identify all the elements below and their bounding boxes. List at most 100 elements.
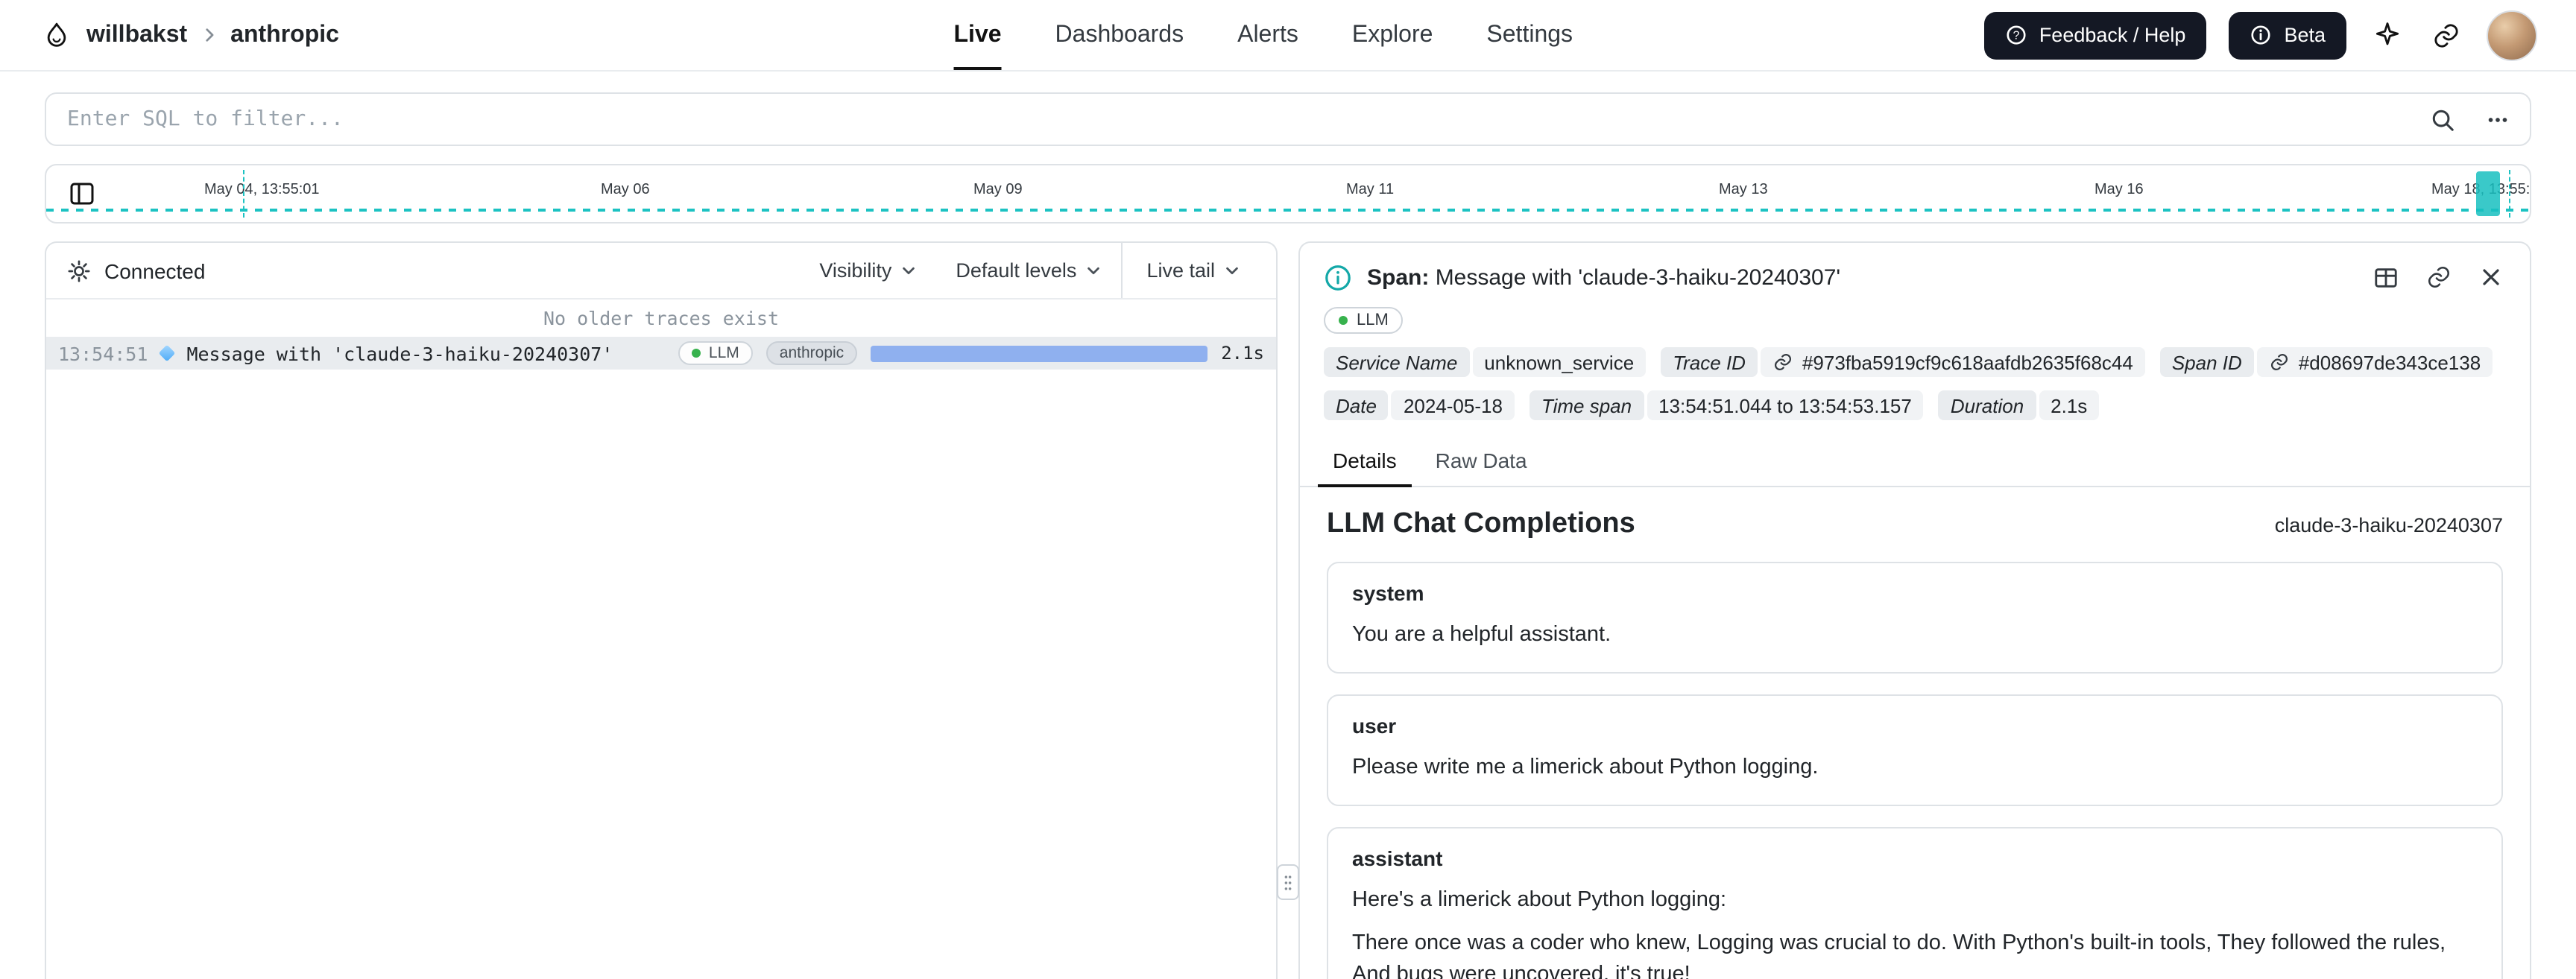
traces-header: Connected Visibility Default levels Live… [46,243,1276,300]
traces-controls: Visibility Default levels Live tail [800,243,1276,298]
message-text: Please write me a limerick about Python … [1352,755,1819,780]
span-tabs: Details Raw Data [1300,438,2530,487]
green-dot-icon [1339,316,1348,325]
trace-id-tag: Trace ID #973fba5919cf9c618aafdb2635f68c… [1661,347,2145,377]
timeline-selection[interactable] [2476,171,2500,216]
breadcrumb-project[interactable]: anthropic [230,22,339,48]
message-role: assistant [1352,846,1443,871]
message-card-user: user Please write me a limerick about Py… [1327,694,2503,807]
span-meta-row-2: Date 2024-05-18 Time span 13:54:51.044 t… [1300,390,2530,420]
span-id-tag: Span ID #d08697de343ce138 [2159,347,2493,377]
trace-row[interactable]: 13:54:51 Message with 'claude-3-haiku-20… [46,337,1276,370]
top-nav: willbakst anthropic Live Dashboards Aler… [0,0,2576,72]
sparkle-icon[interactable] [2369,16,2406,54]
link-icon[interactable] [2422,261,2455,294]
service-name-value: unknown_service [1472,347,1647,377]
circle-question-icon: ? [2005,24,2027,46]
span-panel: Span: Message with 'claude-3-haiku-20240… [1298,241,2531,979]
chevron-down-icon [1085,262,1102,279]
message-text: You are a helpful assistant. [1352,623,1611,647]
timeline-tick: May 16 [2094,182,2144,198]
filter-bar [45,92,2531,146]
nav-item-explore[interactable]: Explore [1352,0,1433,70]
llm-badge: LLM [1324,307,1404,334]
nav-item-alerts[interactable]: Alerts [1237,0,1298,70]
nav-item-live[interactable]: Live [953,0,1002,70]
main-split: Connected Visibility Default levels Live… [0,241,2576,979]
timeline-end-marker [2509,170,2510,218]
sql-filter-input[interactable] [45,92,2531,146]
link-icon [1772,352,1793,373]
live-tail-label: Live tail [1146,259,1215,282]
timeline-tick: May 04, 13:55:01 [204,182,320,198]
span-title: Span: Message with 'claude-3-haiku-20240… [1367,264,1840,290]
search-icon[interactable] [2427,104,2458,135]
link-icon [2269,352,2290,373]
timeline-tick: May 09 [973,182,1023,198]
duration-tag: Duration 2.1s [1938,390,2100,420]
timeline-start-marker [243,170,244,218]
nav-item-dashboards[interactable]: Dashboards [1055,0,1184,70]
sidebar-toggle-icon[interactable] [66,177,98,210]
feedback-help-label: Feedback / Help [2039,24,2186,46]
info-circle-icon [1324,263,1352,291]
message-role: user [1352,714,1397,738]
timeline-tick: May 06 [601,182,650,198]
grip-icon[interactable] [1277,864,1299,900]
service-name-tag: Service Name unknown_service [1324,347,1647,377]
tab-details[interactable]: Details [1318,438,1412,487]
nav-actions: ? Feedback / Help Beta [1983,10,2537,60]
beta-label: Beta [2284,24,2326,46]
link-icon[interactable] [2428,17,2464,53]
span-header-actions [2370,261,2506,294]
chevron-right-icon [199,25,218,45]
live-tail-dropdown[interactable]: Live tail [1121,243,1276,298]
trace-id-label: Trace ID [1661,347,1758,377]
user-avatar[interactable] [2487,10,2537,60]
duration-bar [871,345,1208,361]
timeline-tick: May 13 [1719,182,1768,198]
message-text: There once was a coder who knew, Logging… [1352,931,2446,979]
span-content: LLM Chat Completions claude-3-haiku-2024… [1300,487,2530,979]
app-root: willbakst anthropic Live Dashboards Aler… [0,0,2576,979]
columns-icon[interactable] [2370,262,2402,293]
timeline[interactable]: May 04, 13:55:01 May 06 May 09 May 11 Ma… [45,164,2531,224]
trace-id-value[interactable]: #973fba5919cf9c618aafdb2635f68c44 [1760,347,2145,377]
service-name-label: Service Name [1324,347,1470,377]
tab-raw-data[interactable]: Raw Data [1421,438,1542,487]
span-id-label: Span ID [2159,347,2254,377]
beta-button[interactable]: Beta [2229,11,2346,59]
visibility-label: Visibility [819,259,892,282]
breadcrumb-org[interactable]: willbakst [86,22,187,48]
message-text: Here's a limerick about Python logging: [1352,888,1727,913]
timeline-axis [46,209,2530,212]
duration-value: 2.1s [2039,390,2100,420]
span-title-text: Message with 'claude-3-haiku-20240307' [1435,264,1841,290]
date-label: Date [1324,390,1389,420]
circle-info-icon [2250,24,2272,46]
logo-icon[interactable] [39,17,75,53]
section-header: LLM Chat Completions claude-3-haiku-2024… [1327,508,2503,541]
green-dot-icon [692,349,701,358]
diamond-icon [159,344,176,362]
time-span-tag: Time span 13:54:51.044 to 13:54:53.157 [1529,390,1924,420]
nav-item-settings[interactable]: Settings [1486,0,1573,70]
message-role: system [1352,581,1424,605]
span-id-value[interactable]: #d08697de343ce138 [2256,347,2493,377]
default-levels-label: Default levels [956,259,1077,282]
default-levels-dropdown[interactable]: Default levels [936,243,1121,298]
gear-icon[interactable] [67,259,91,282]
model-name: claude-3-haiku-20240307 [2274,514,2503,536]
close-icon[interactable] [2476,262,2506,292]
empty-traces-message: No older traces exist [543,307,780,329]
main-nav: Live Dashboards Alerts Explore Settings [953,0,1573,70]
trace-message: Message with 'claude-3-haiku-20240307' [186,342,613,364]
svg-text:?: ? [2012,30,2019,42]
feedback-help-button[interactable]: ? Feedback / Help [1983,11,2207,59]
ellipsis-icon[interactable] [2482,104,2513,135]
span-meta-row-1: Service Name unknown_service Trace ID #9… [1300,347,2530,377]
trace-duration: 2.1s [1221,343,1264,364]
visibility-dropdown[interactable]: Visibility [800,243,936,298]
message-card-assistant: assistant Here's a limerick about Python… [1327,827,2503,979]
time-span-value: 13:54:51.044 to 13:54:53.157 [1647,390,1924,420]
